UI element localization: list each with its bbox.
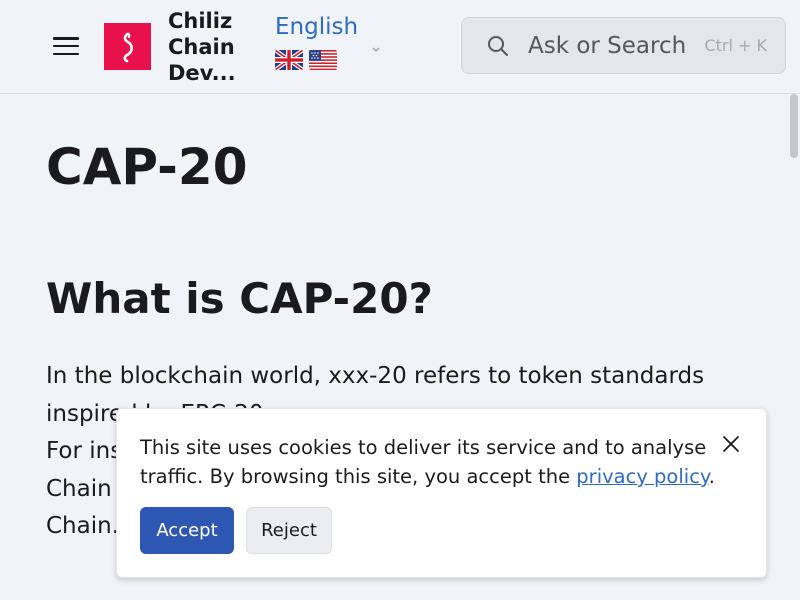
- cookie-banner: This site uses cookies to deliver its se…: [116, 408, 767, 578]
- hamburger-menu-icon[interactable]: [52, 34, 80, 58]
- site-title[interactable]: Chiliz Chain Dev...: [168, 8, 258, 86]
- us-flag-icon: [309, 50, 337, 70]
- site-title-line: Chain: [168, 35, 235, 59]
- chevron-down-icon[interactable]: [370, 40, 382, 52]
- scrollbar[interactable]: [788, 94, 800, 600]
- search-placeholder: Ask or Search: [528, 32, 687, 59]
- uk-flag-icon: [275, 50, 303, 70]
- privacy-policy-link[interactable]: privacy policy: [576, 465, 708, 488]
- scrollbar-thumb[interactable]: [790, 94, 798, 158]
- cookie-message: This site uses cookies to deliver its se…: [140, 433, 720, 491]
- site-title-line: Dev...: [168, 61, 236, 85]
- language-flags: [275, 50, 385, 70]
- search-icon: [486, 34, 510, 58]
- search-bar[interactable]: Ask or Search Ctrl + K: [461, 17, 786, 74]
- accept-cookies-button[interactable]: Accept: [140, 507, 234, 554]
- cookie-text-end: .: [708, 465, 715, 488]
- navbar: Chiliz Chain Dev... English Ask or Searc…: [0, 0, 800, 94]
- close-icon[interactable]: [722, 435, 740, 453]
- language-label: English: [275, 14, 359, 40]
- chiliz-logo-icon[interactable]: [104, 23, 151, 70]
- section-heading: What is CAP-20?: [46, 274, 433, 323]
- paragraph-line: In the blockchain world, xxx-20 refers t…: [46, 363, 705, 389]
- language-selector[interactable]: English: [275, 12, 385, 70]
- search-shortcut-hint: Ctrl + K: [704, 36, 767, 55]
- reject-cookies-button[interactable]: Reject: [246, 507, 332, 554]
- site-title-line: Chiliz: [168, 9, 233, 33]
- page-title: CAP-20: [46, 138, 248, 196]
